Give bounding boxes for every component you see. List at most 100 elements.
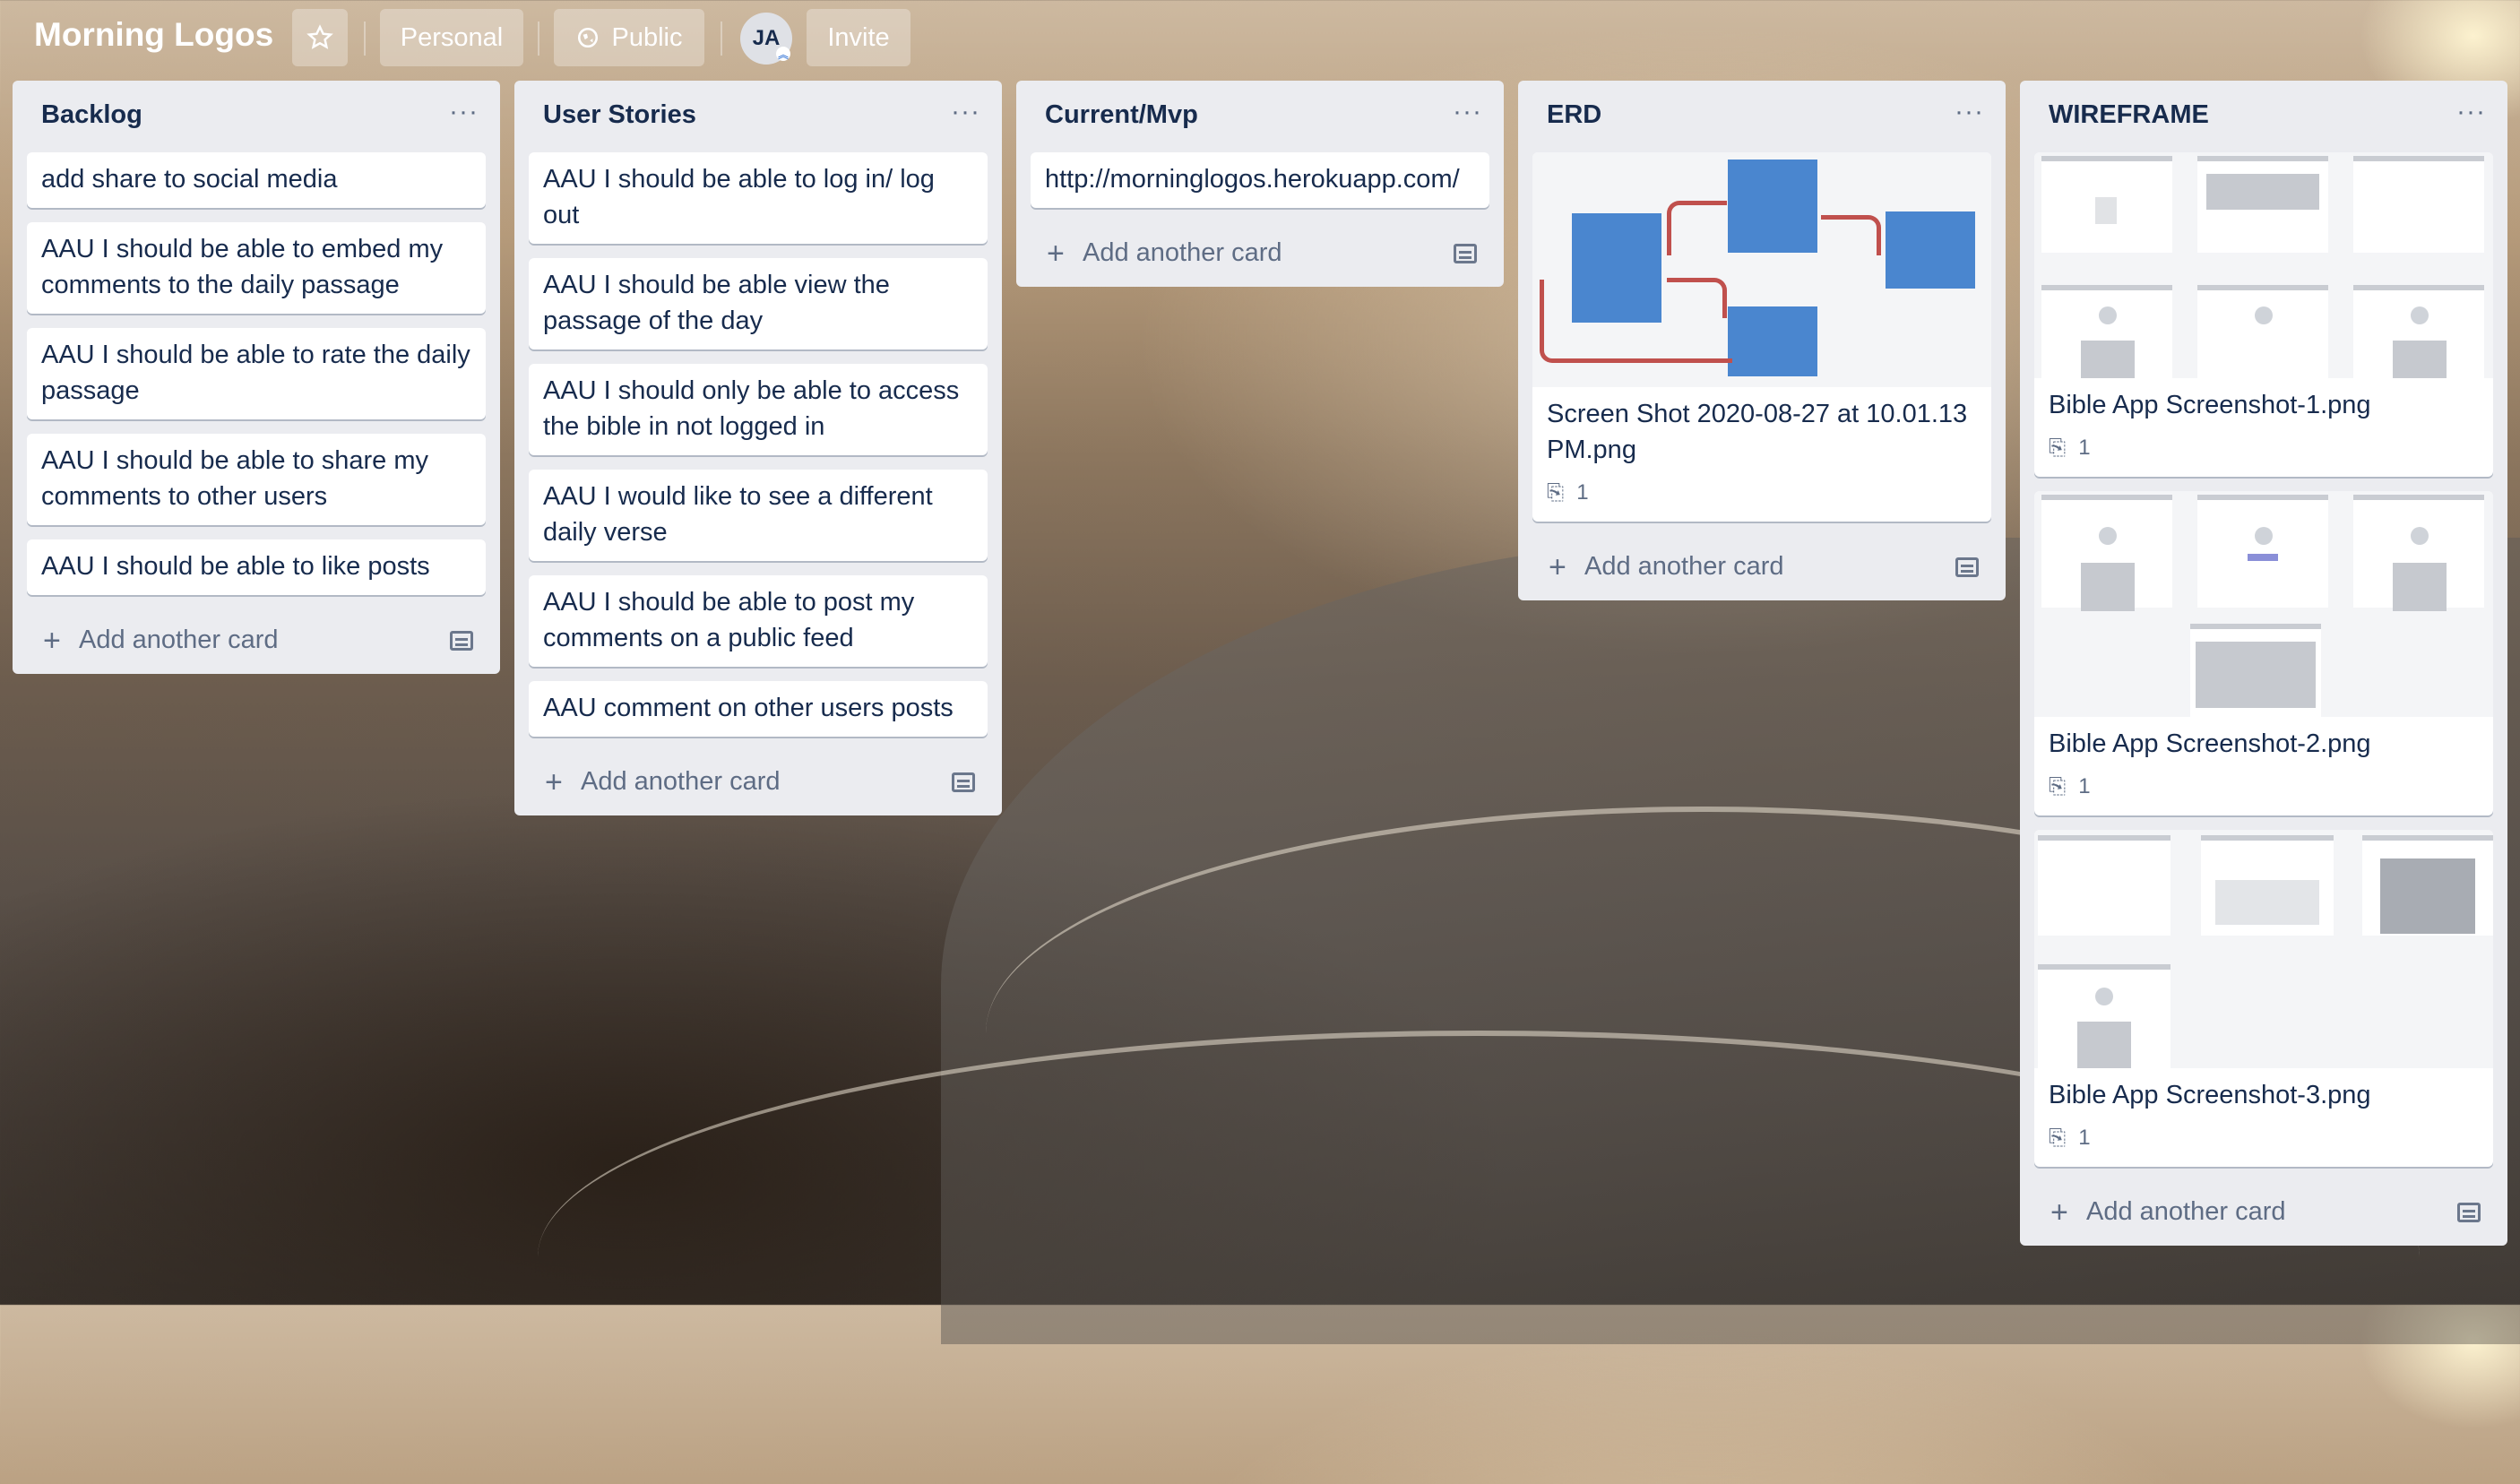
wireframe-thumb	[2190, 624, 2321, 717]
erd-entity-box	[1728, 306, 1817, 376]
image-card[interactable]: Bible App Screenshot-1.png ⎘ 1	[2034, 152, 2493, 477]
add-card-label: Add another card	[2086, 1197, 2286, 1226]
list-header: Backlog ···	[13, 81, 500, 152]
list-card[interactable]: AAU comment on other users posts	[529, 681, 988, 737]
image-card[interactable]: Bible App Screenshot-3.png ⎘ 1	[2034, 830, 2493, 1167]
wireframe-cover	[2034, 491, 2493, 717]
personal-button[interactable]: Personal	[380, 9, 523, 66]
list-header: User Stories ···	[514, 81, 1002, 152]
wireframe-thumb	[2353, 156, 2484, 253]
plus-icon: +	[1549, 550, 1566, 584]
header-divider	[364, 22, 366, 56]
erd-entity-box	[1728, 160, 1817, 253]
paperclip-icon: ⎘	[2049, 436, 2067, 460]
wireframe-thumb	[2041, 156, 2172, 253]
invite-button[interactable]: Invite	[807, 9, 910, 66]
list-card[interactable]: AAU I should be able to share my comment…	[27, 434, 486, 525]
add-card-button[interactable]: + Add another card	[13, 609, 500, 674]
add-card-button[interactable]: + Add another card	[1518, 536, 2006, 600]
add-card-label: Add another card	[1083, 238, 1282, 267]
add-card-label: Add another card	[581, 767, 781, 796]
list-card[interactable]: add share to social media	[27, 152, 486, 208]
wireframe-cover	[2034, 830, 2493, 1068]
list-title[interactable]: User Stories	[543, 100, 696, 130]
star-icon	[306, 24, 333, 49]
list-card[interactable]: http://morninglogos.herokuapp.com/	[1031, 152, 1489, 208]
plus-icon: +	[545, 765, 563, 799]
list-title[interactable]: WIREFRAME	[2049, 100, 2209, 130]
board-title[interactable]: Morning Logos	[34, 16, 273, 54]
add-card-label: Add another card	[79, 626, 279, 654]
globe-icon	[577, 27, 598, 48]
add-card-button[interactable]: + Add another card	[514, 751, 1002, 815]
list-menu-icon[interactable]: ···	[449, 97, 479, 127]
list-card[interactable]: AAU I should be able to embed my comment…	[27, 222, 486, 314]
star-button[interactable]	[292, 9, 348, 66]
attachment-badge: ⎘ 1	[1547, 475, 1977, 511]
list-menu-icon[interactable]: ···	[1955, 97, 1984, 127]
list-title[interactable]: Backlog	[41, 100, 142, 130]
list-card[interactable]: AAU I should be able to post my comments…	[529, 575, 988, 667]
list-card[interactable]: AAU I should be able to like posts	[27, 539, 486, 595]
erd-relation-line	[1667, 201, 1727, 255]
erd-relation-line	[1667, 278, 1727, 318]
erd-relation-line	[1821, 215, 1881, 255]
attachment-badge: ⎘ 1	[2049, 430, 2479, 466]
add-card-button[interactable]: + Add another card	[1016, 222, 1504, 287]
public-button[interactable]: Public	[554, 9, 704, 66]
list-header: Current/Mvp ···	[1016, 81, 1504, 152]
wireframe-thumb	[2041, 495, 2172, 611]
list-card[interactable]: AAU I should be able to log in/ log out	[529, 152, 988, 244]
paperclip-icon: ⎘	[1547, 480, 1565, 505]
card-template-icon[interactable]	[952, 772, 975, 792]
card-template-icon[interactable]	[450, 631, 473, 651]
wireframe-thumb	[2353, 285, 2484, 378]
list-erd: ERD ··· Screen Shot 2020-08-27 at 10.01.…	[1518, 81, 2006, 600]
card-title: Bible App Screenshot-1.png	[2049, 391, 2371, 419]
card-title: Screen Shot 2020-08-27 at 10.01.13 PM.pn…	[1547, 400, 1968, 464]
image-card[interactable]: Bible App Screenshot-2.png ⎘ 1	[2034, 491, 2493, 815]
plus-icon: +	[2050, 1195, 2068, 1229]
plus-icon: +	[1047, 237, 1065, 271]
add-card-button[interactable]: + Add another card	[2020, 1181, 2507, 1246]
wireframe-thumb	[2362, 835, 2493, 936]
list-header: ERD ···	[1518, 81, 2006, 152]
header-divider	[538, 22, 539, 56]
list-user-stories: User Stories ··· AAU I should be able to…	[514, 81, 1002, 815]
attachment-count: 1	[2078, 774, 2091, 798]
public-label: Public	[611, 22, 683, 52]
wireframe-thumb	[2041, 285, 2172, 378]
card-title: Bible App Screenshot-3.png	[2049, 1081, 2371, 1109]
wireframe-thumb	[2038, 964, 2170, 1068]
card-title: Bible App Screenshot-2.png	[2049, 729, 2371, 758]
card-template-icon[interactable]	[2457, 1203, 2481, 1222]
plus-icon: +	[43, 624, 61, 658]
list-card[interactable]: AAU I should only be able to access the …	[529, 364, 988, 455]
wireframe-thumb	[2353, 495, 2484, 611]
wireframe-thumb	[2197, 285, 2328, 378]
image-card[interactable]: Screen Shot 2020-08-27 at 10.01.13 PM.pn…	[1532, 152, 1991, 522]
wireframe-cover	[2034, 152, 2493, 378]
list-menu-icon[interactable]: ···	[1453, 97, 1482, 127]
list-card[interactable]: AAU I should be able to rate the daily p…	[27, 328, 486, 419]
list-card[interactable]: AAU I should be able view the passage of…	[529, 258, 988, 349]
erd-entity-box	[1886, 211, 1975, 289]
wireframe-thumb	[2197, 495, 2328, 608]
wireframe-thumb	[2201, 835, 2334, 936]
card-template-icon[interactable]	[1955, 557, 1979, 577]
card-template-icon[interactable]	[1454, 244, 1477, 263]
list-title[interactable]: Current/Mvp	[1045, 100, 1198, 130]
list-wireframe: WIREFRAME ··· Bible App Screenshot-1.png…	[2020, 81, 2507, 1246]
list-current-mvp: Current/Mvp ··· http://morninglogos.hero…	[1016, 81, 1504, 287]
attachment-count: 1	[2078, 1126, 2091, 1150]
erd-diagram-cover	[1532, 152, 1991, 387]
list-card[interactable]: AAU I would like to see a different dail…	[529, 470, 988, 561]
wireframe-thumb	[2038, 835, 2170, 936]
wireframe-thumb	[2197, 156, 2328, 253]
list-menu-icon[interactable]: ···	[951, 97, 980, 127]
list-menu-icon[interactable]: ···	[2456, 97, 2486, 127]
admin-chevron-icon: ︽	[776, 47, 790, 61]
list-title[interactable]: ERD	[1547, 100, 1601, 130]
attachment-count: 1	[1576, 480, 1589, 505]
paperclip-icon: ⎘	[2049, 1126, 2067, 1150]
